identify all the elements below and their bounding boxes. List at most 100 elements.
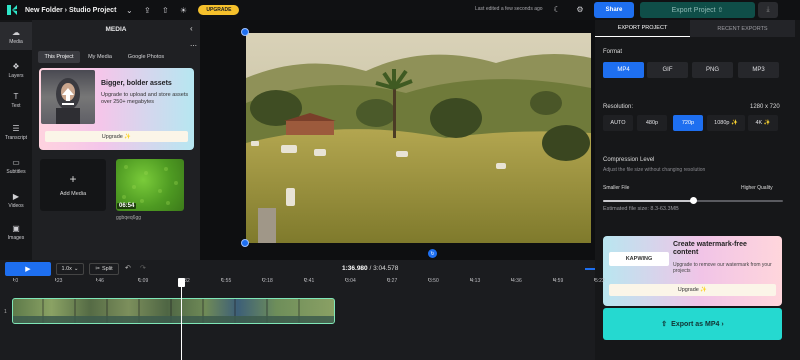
watermark-title: Create watermark-free content [673,241,747,256]
plus-icon: + [69,172,77,186]
speed-select[interactable]: 1.0x ⌄ [56,263,84,275]
add-media-label: Add Media [59,191,87,197]
timeline-toolbar: ▶ 1.0x ⌄ ✂ Split ↶ ↷ 1:36.980 / 3:04.578 [0,260,595,278]
ruler-tick: 3:27 [386,278,398,284]
resolution-480p-button[interactable]: 480p [637,115,667,131]
higher-quality-label: Higher Quality [741,185,773,191]
kapwing-logo: KAPWING [609,252,669,266]
current-time: 1:36.980 [342,265,368,272]
export-project-button[interactable]: Export Project ⇧ [640,2,755,18]
nav-item-subtitles[interactable]: ▭ Subtitles [0,152,32,180]
nav-label-media: Media [9,38,23,45]
media-thumbnail[interactable]: 06:54 [116,159,184,211]
rotate-handle-icon[interactable]: ↻ [428,249,437,258]
kapwing-logo-icon[interactable] [5,3,19,17]
smaller-file-label: Smaller File [603,185,630,191]
resolution-720p-button[interactable]: 720p [673,115,703,131]
nav-item-videos[interactable]: ▶ Videos [0,186,32,214]
video-clip[interactable] [12,298,335,324]
compression-label: Compression Level [603,157,655,163]
resolution-4k-button[interactable]: 4K ✨ [748,115,778,131]
nav-item-layers[interactable]: ❖ Layers [0,56,32,84]
tab-this-project[interactable]: This Project [38,51,80,63]
tab-google-photos[interactable]: Google Photos [121,51,171,63]
upgrade-promo-card: Bigger, bolder assets Upgrade to upload … [39,68,194,150]
video-preview[interactable] [246,33,591,243]
ruler-tick: 2:18 [262,278,273,284]
nav-label-transcript: Transcript [4,134,28,141]
track-number: 1 [4,309,7,315]
compression-slider[interactable] [603,197,783,204]
tab-recent-exports[interactable]: RECENT EXPORTS [690,20,795,37]
image-icon: ▣ [12,223,20,233]
watermark-upgrade-card: KAPWING Create watermark-free content Up… [603,236,782,306]
download-icon[interactable]: ⤓ [758,2,778,18]
nav-item-transcript[interactable]: ☰ Transcript [0,118,32,146]
chevron-down-icon[interactable]: ⌄ [124,6,134,15]
ruler-tick: 5:22 [594,278,605,284]
export-project-label: Export Project ⇧ [671,7,724,14]
playhead-handle[interactable] [178,278,185,287]
add-media-button[interactable]: + Add Media [40,159,106,211]
playhead[interactable] [181,278,182,360]
speed-value: 1.0x [61,266,72,272]
breadcrumb[interactable]: New Folder › Studio Project [25,7,116,14]
nav-item-media[interactable]: ☁ Media [0,22,32,50]
nav-item-text[interactable]: T Text [0,86,32,114]
collapse-panel-icon[interactable]: ‹ [190,24,193,33]
watermark-upgrade-button[interactable]: Upgrade ✨ [609,284,776,296]
undo-icon[interactable]: ↶ [125,264,131,272]
format-label: Format [603,49,623,55]
resolution-auto-button[interactable]: AUTO [603,115,633,131]
ruler-tick: 2:41 [303,278,315,284]
play-icon: ▶ [25,266,31,273]
tab-export-project[interactable]: EXPORT PROJECT [595,20,690,37]
ruler-tick: 3:50 [428,278,439,284]
format-gif-button[interactable]: GIF [647,62,688,78]
compression-hint: Adjust the file size without changing re… [603,167,706,173]
resize-handle-bottom-left[interactable] [241,239,249,247]
format-mp4-button[interactable]: MP4 [603,62,644,78]
upgrade-button[interactable]: UPGRADE [198,5,240,15]
compression-slider-knob[interactable] [690,197,697,204]
promo-upgrade-button[interactable]: Upgrade ✨ [45,131,188,142]
tab-my-media[interactable]: My Media [82,51,118,63]
nav-label-subtitles: Subtitles [6,168,26,175]
timecode: 1:36.980 / 3:04.578 [342,265,399,272]
format-mp3-button[interactable]: MP3 [738,62,779,78]
subtitles-icon: ▭ [12,157,20,167]
nav-label-images: Images [7,234,25,241]
more-options-icon[interactable]: ⋯ [190,42,197,50]
timeline-ruler[interactable]: :0:23:461:091:321:552:182:413:043:273:50… [0,278,605,290]
left-nav: ☁ Media ❖ Layers T Text ☰ Transcript ▭ S… [0,20,32,260]
resolution-1080p-button[interactable]: 1080p ✨ [707,115,745,131]
export-panel: EXPORT PROJECT RECENT EXPORTS Format MP4… [595,20,800,360]
last-edited-status: Last edited a few seconds ago [475,6,543,12]
gear-icon[interactable]: ⚙ [575,5,585,14]
upload-icon[interactable]: ⇧ [160,6,170,15]
promo-title: Bigger, bolder assets [101,80,172,87]
share-button[interactable]: Share [594,2,634,18]
ruler-tick: 4:59 [552,278,564,284]
promo-image [41,70,95,124]
format-png-button[interactable]: PNG [692,62,733,78]
nav-label-videos: Videos [8,202,24,209]
split-button[interactable]: ✂ Split [89,263,119,275]
ruler-tick: 1:09 [137,278,149,284]
moon-icon[interactable]: ☾ [552,5,562,14]
ruler-tick: 1:55 [220,278,232,284]
watermark-text: Upgrade to remove our watermark from you… [673,262,772,274]
scissors-icon: ✂ [95,266,100,272]
media-panel: MEDIA ‹ ⋯ This Project My Media Google P… [32,20,200,260]
play-button[interactable]: ▶ [5,262,51,276]
resolution-label: Resolution: [603,104,634,110]
resize-handle-top-left[interactable] [241,28,249,36]
share-out-icon[interactable]: ⇪ [142,6,152,15]
lightbulb-icon[interactable]: ☀ [178,6,188,15]
redo-icon[interactable]: ↷ [140,264,146,272]
ruler-tick: :0 [12,278,19,284]
nav-item-images[interactable]: ▣ Images [0,218,32,246]
zoom-slider[interactable] [585,268,595,270]
export-as-mp4-button[interactable]: ⇧ Export as MP4 › [603,308,782,340]
nav-label-layers: Layers [8,72,24,79]
